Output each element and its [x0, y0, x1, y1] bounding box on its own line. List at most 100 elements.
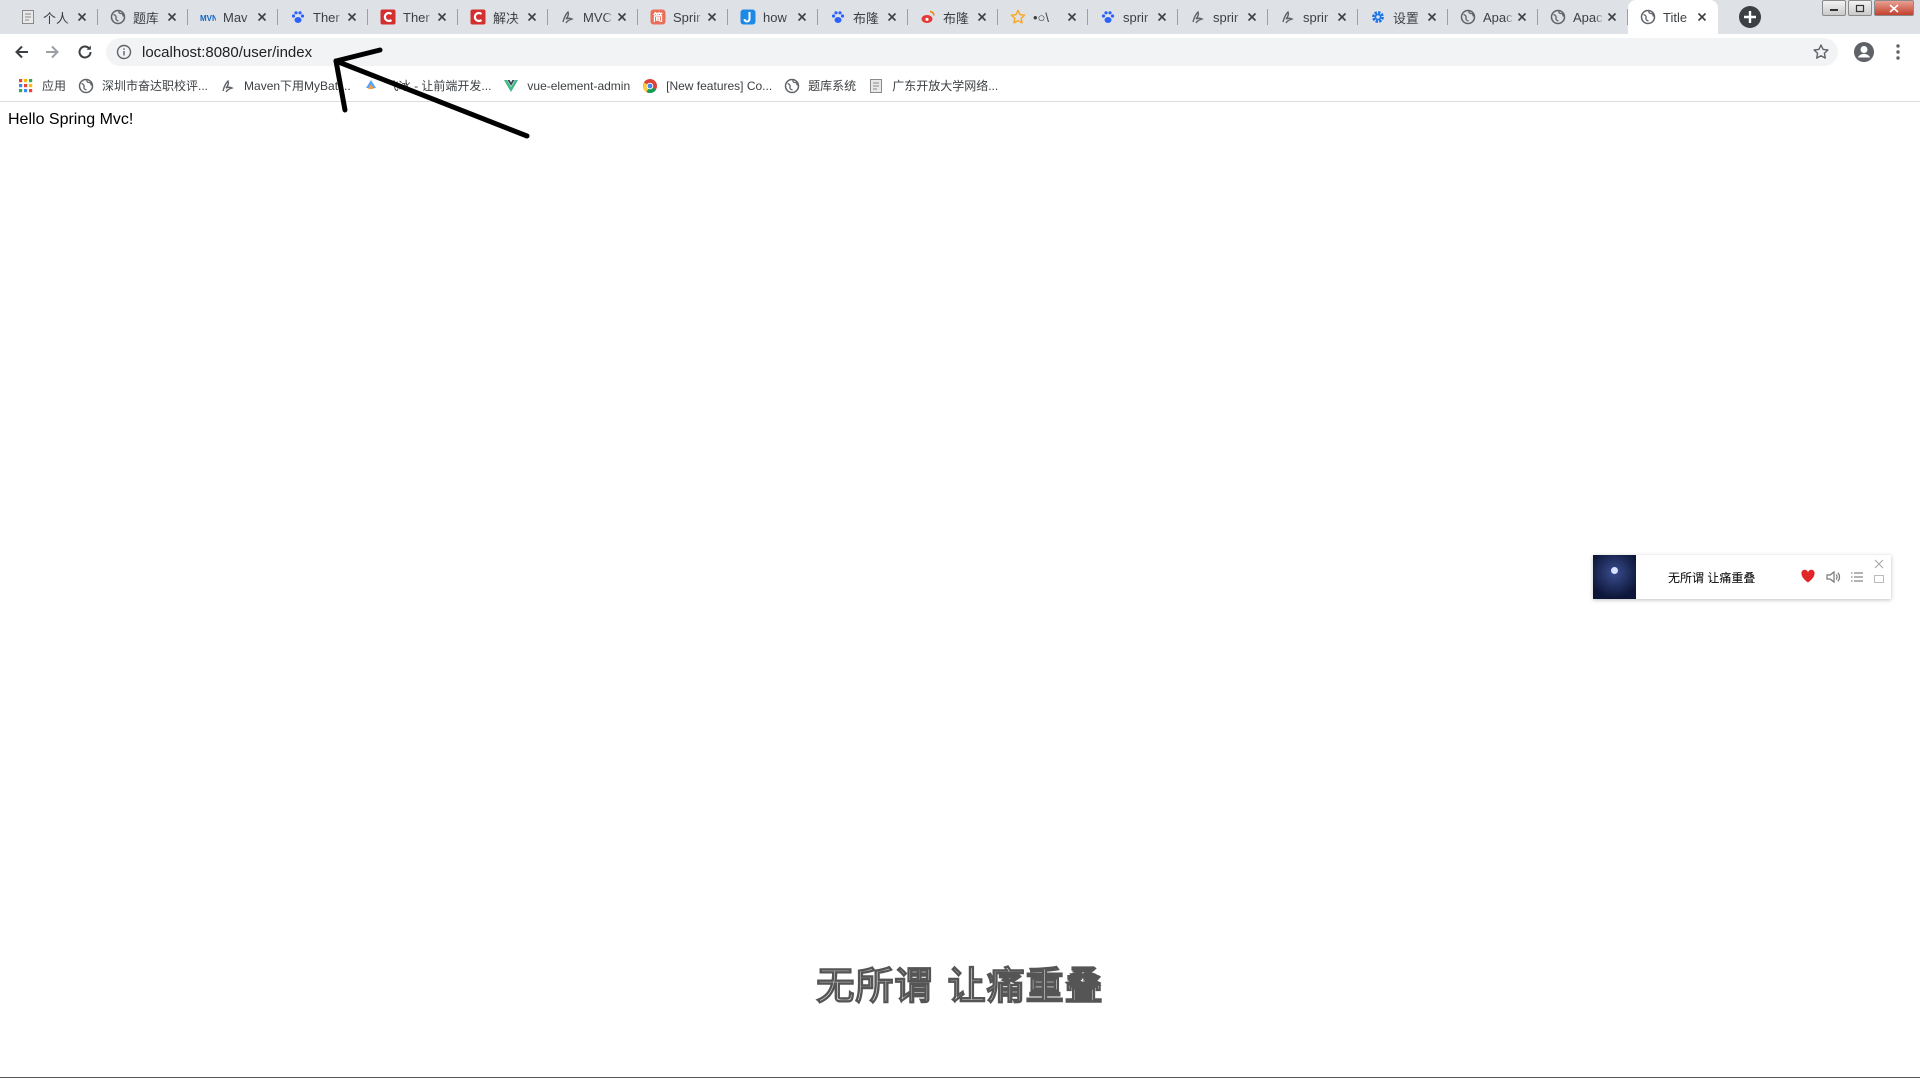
document-icon: [20, 9, 36, 25]
browser-tab[interactable]: Title: [1628, 0, 1718, 34]
bookmarks-bar: 应用 深圳市奋达职校评... Maven下用MyBati... 飞冰 - 让前端开发.…: [0, 70, 1920, 102]
browser-tab[interactable]: sprir: [1088, 0, 1178, 34]
close-icon: [1889, 3, 1899, 13]
close-icon[interactable]: [254, 9, 270, 25]
profile-avatar-icon[interactable]: [1853, 41, 1875, 63]
close-icon[interactable]: [1334, 9, 1350, 25]
close-icon[interactable]: [884, 9, 900, 25]
browser-toolbar: localhost:8080/user/index: [0, 34, 1920, 70]
bookmark-item[interactable]: vue-element-admin: [497, 74, 636, 98]
new-tab-button[interactable]: [1737, 5, 1763, 29]
paw-icon: [1100, 9, 1116, 25]
browser-tab[interactable]: 设置: [1358, 0, 1448, 34]
info-icon[interactable]: [116, 44, 132, 60]
tab-title: 设置: [1393, 10, 1420, 26]
close-icon[interactable]: [1694, 9, 1710, 25]
taskbar-edge: [0, 1077, 1920, 1078]
close-icon[interactable]: [164, 9, 180, 25]
tab-title: 个人: [43, 10, 70, 26]
album-cover[interactable]: [1593, 555, 1636, 599]
tab-title: 解决: [493, 10, 520, 26]
browser-tab[interactable]: 题库: [98, 0, 188, 34]
browser-tab[interactable]: •○\: [998, 0, 1088, 34]
reload-button[interactable]: [71, 38, 99, 66]
j-icon: [740, 9, 756, 25]
close-icon[interactable]: [1604, 9, 1620, 25]
tab-title: Apac: [1483, 9, 1513, 25]
tab-title: 布隆: [853, 10, 880, 26]
bookmark-label: vue-element-admin: [527, 78, 631, 93]
close-icon[interactable]: [1874, 559, 1884, 569]
browser-tab[interactable]: Ther: [368, 0, 458, 34]
bookmark-item[interactable]: Maven下用MyBati...: [214, 74, 357, 98]
tab-title: Ther: [403, 9, 430, 25]
minimize-widget-button[interactable]: [1874, 575, 1884, 583]
globe-icon: [1640, 9, 1656, 25]
playlist-icon[interactable]: [1849, 569, 1865, 585]
close-icon[interactable]: [794, 9, 810, 25]
browser-tab[interactable]: sprir: [1268, 0, 1358, 34]
bookmark-item[interactable]: 广东开放大学网络...: [862, 74, 1004, 98]
brush-icon: [220, 78, 236, 94]
music-player-widget[interactable]: 无所谓 让痛重叠: [1593, 555, 1891, 599]
address-bar[interactable]: localhost:8080/user/index: [106, 38, 1838, 66]
url-text[interactable]: localhost:8080/user/index: [142, 44, 312, 61]
volume-icon[interactable]: [1825, 569, 1841, 585]
close-icon[interactable]: [1514, 9, 1530, 25]
close-icon[interactable]: [344, 9, 360, 25]
browser-tab[interactable]: Apac: [1448, 0, 1538, 34]
bookmark-item[interactable]: 题库系统: [778, 74, 862, 98]
forward-button[interactable]: [38, 38, 66, 66]
close-icon[interactable]: [614, 9, 630, 25]
close-icon[interactable]: [1244, 9, 1260, 25]
close-icon[interactable]: [74, 9, 90, 25]
close-icon[interactable]: [434, 9, 450, 25]
close-icon[interactable]: [704, 9, 720, 25]
paw-icon: [830, 9, 846, 25]
browser-tab[interactable]: Ther: [278, 0, 368, 34]
bookmark-label: 广东开放大学网络...: [892, 79, 999, 93]
tab-title: how: [763, 9, 787, 25]
close-window-button[interactable]: [1874, 0, 1914, 16]
heart-icon[interactable]: [1800, 568, 1816, 584]
browser-tab[interactable]: 解决: [458, 0, 548, 34]
browser-tab[interactable]: MVC: [548, 0, 638, 34]
minimize-button[interactable]: [1822, 0, 1846, 16]
bookmark-item[interactable]: 飞冰 - 让前端开发...: [357, 74, 498, 98]
browser-tab[interactable]: 简 Sprir: [638, 0, 728, 34]
close-icon[interactable]: [524, 9, 540, 25]
close-icon[interactable]: [1154, 9, 1170, 25]
close-icon[interactable]: [1064, 9, 1080, 25]
chrome-icon: [642, 78, 658, 94]
browser-tab[interactable]: how: [728, 0, 818, 34]
browser-tab[interactable]: 个人: [8, 0, 98, 34]
bookmark-item[interactable]: [New features] Co...: [636, 74, 778, 98]
tab-title: Ther: [313, 9, 340, 25]
globe-icon: [110, 9, 126, 25]
mvn-icon: MVN: [200, 9, 216, 25]
close-icon[interactable]: [974, 9, 990, 25]
browser-tab[interactable]: 布隆: [908, 0, 998, 34]
browser-tab[interactable]: MVN Mav: [188, 0, 278, 34]
desktop-lyrics-line[interactable]: 无所谓 让痛重叠: [0, 955, 1920, 1010]
arrow-right-icon: [46, 45, 59, 59]
bookmark-star-icon[interactable]: [1812, 43, 1830, 61]
bookmark-item[interactable]: 应用: [12, 74, 72, 98]
vue-icon: [503, 78, 519, 94]
arrow-left-icon: [15, 45, 28, 59]
browser-tab[interactable]: 布隆: [818, 0, 908, 34]
globe-icon: [1460, 9, 1476, 25]
browser-tab[interactable]: sprir: [1178, 0, 1268, 34]
more-vert-icon: [1896, 44, 1900, 60]
maximize-button[interactable]: [1848, 0, 1872, 16]
bookmark-label: 题库系统: [808, 79, 857, 93]
tab-list: 个人 题库 MVN Mav Ther Ther 解决 MVC 简 Sprir how 布隆 布隆 •○\ s…: [8, 0, 1718, 34]
window-controls: [1822, 0, 1914, 16]
bookmark-item[interactable]: 深圳市奋达职校评...: [72, 74, 214, 98]
globe-icon: [784, 78, 800, 94]
browser-tab[interactable]: Apac: [1538, 0, 1628, 34]
bookmark-label: 飞冰 - 让前端开发...: [386, 79, 492, 93]
close-icon[interactable]: [1424, 9, 1440, 25]
browser-menu-button[interactable]: [1888, 41, 1908, 63]
back-button[interactable]: [8, 38, 36, 66]
